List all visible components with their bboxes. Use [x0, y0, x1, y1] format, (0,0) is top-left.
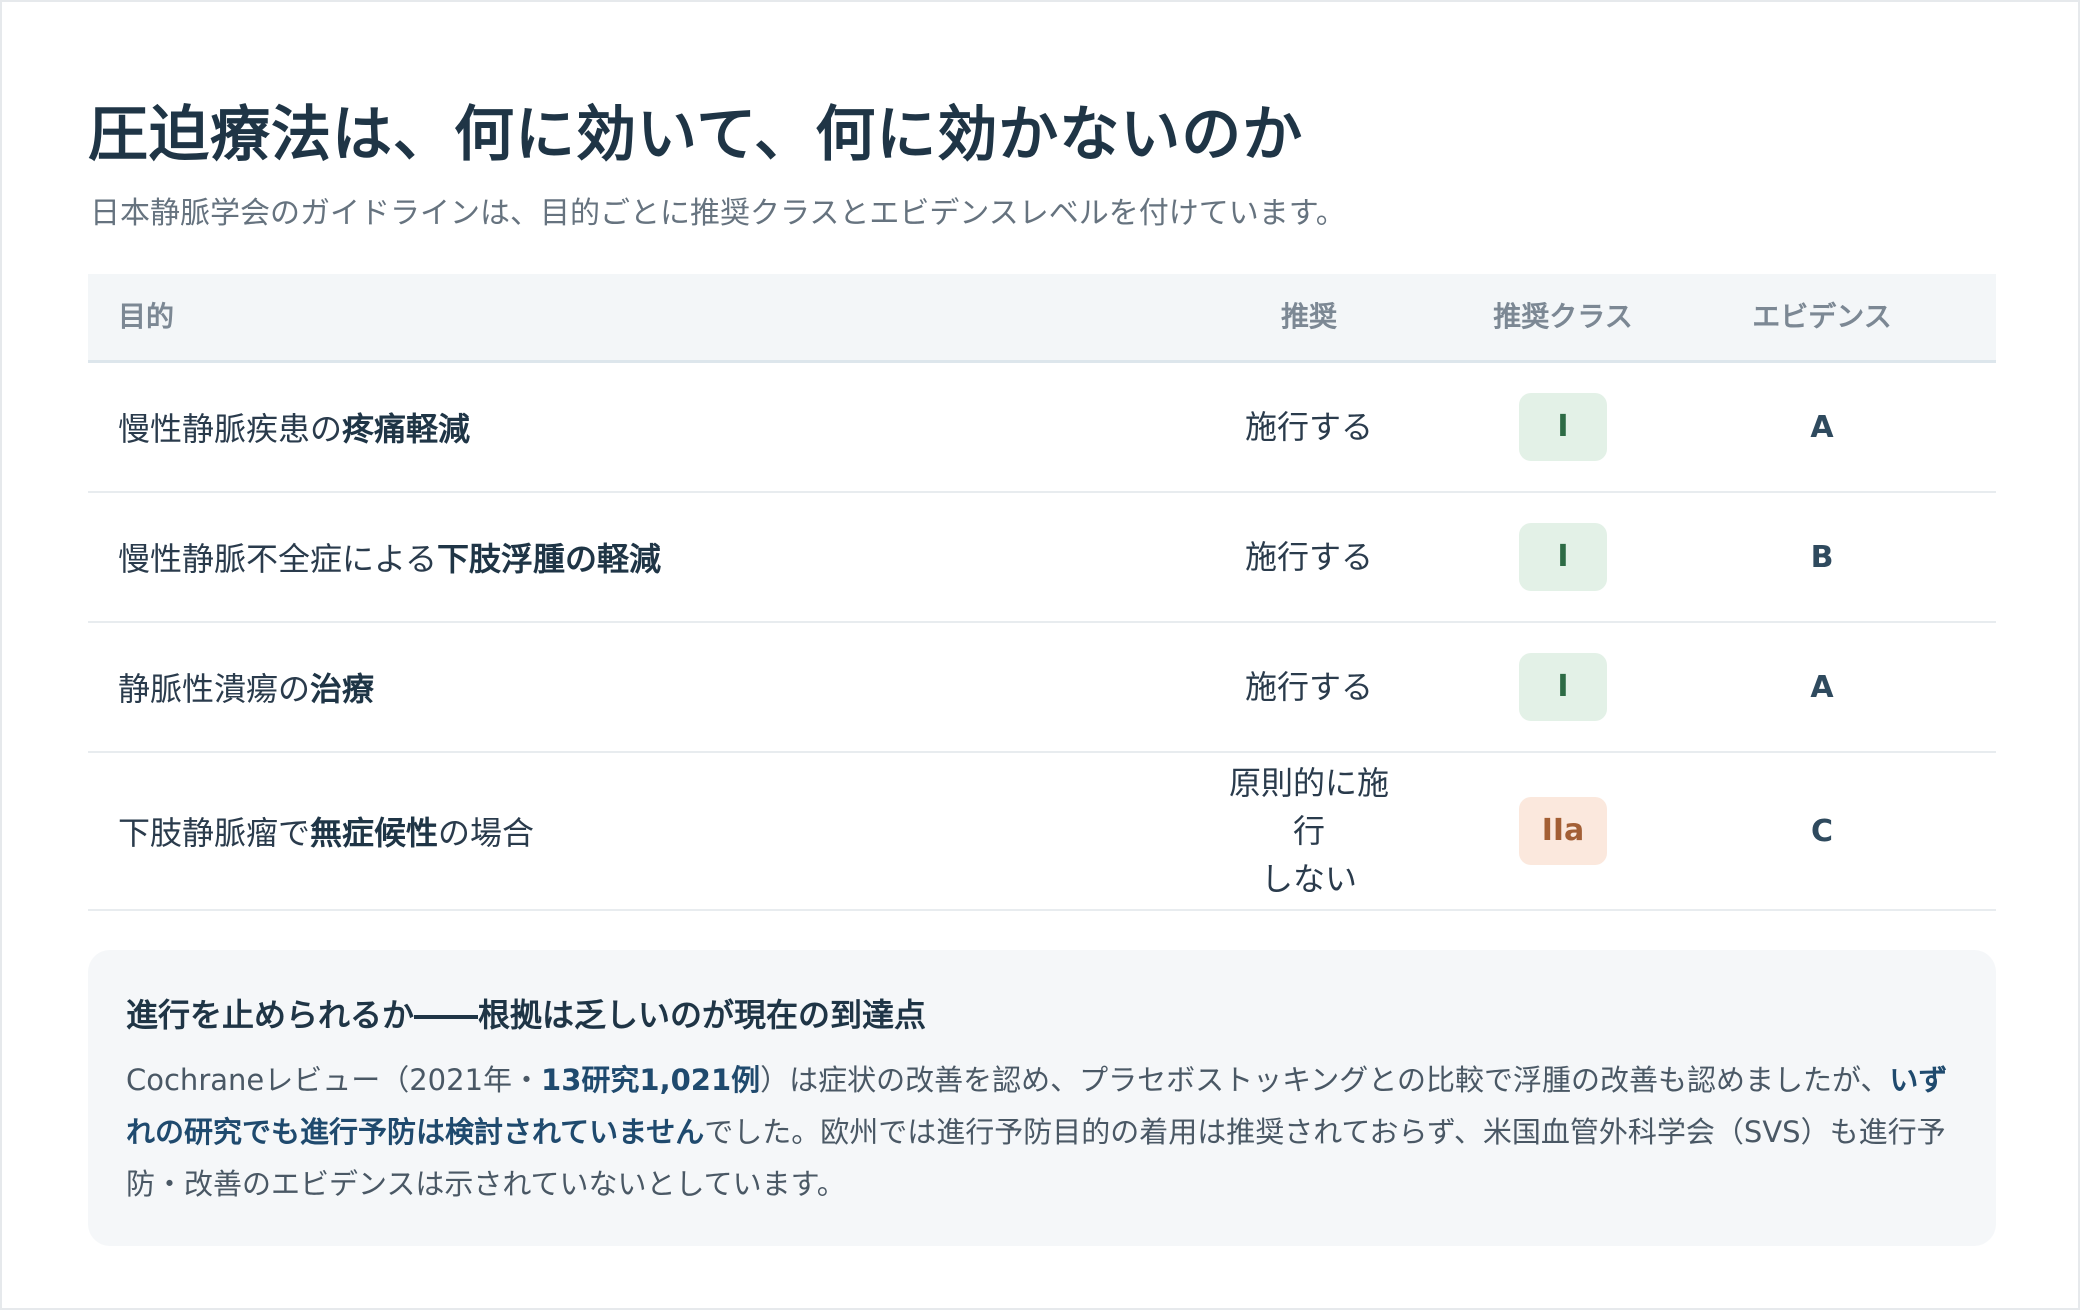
class-cell: IIa	[1473, 753, 1653, 909]
page-subtitle: 日本静脈学会のガイドラインは、目的ごとに推奨クラスとエビデンスレベルを付けていま…	[90, 196, 1346, 231]
page-title: 圧迫療法は、何に効いて、何に効かないのか	[88, 100, 1304, 170]
guideline-table: 目的 推奨 推奨クラス エビデンス 慢性静脈疾患の 疼痛軽減 施行する I A 慢…	[88, 274, 1996, 911]
purpose-emphasis: 下肢浮腫の軽減	[437, 540, 662, 578]
note-title: 進行を止められるか――根拠は乏しいのが現在の到達点	[126, 996, 927, 1034]
note-highlight: 13研究1,021例	[541, 1063, 761, 1097]
purpose-cell: 慢性静脈疾患の 疼痛軽減	[118, 363, 470, 491]
header-evidence: エビデンス	[1752, 300, 1892, 333]
table-row: 静脈性潰瘍の 治療 施行する I A	[88, 623, 1996, 753]
table-row: 慢性静脈疾患の 疼痛軽減 施行する I A	[88, 363, 1996, 493]
note-body: Cochraneレビュー（2021年・13研究1,021例）は症状の改善を認め、…	[126, 1054, 1966, 1210]
note-text: ）は症状の改善を認め、プラセボストッキングとの比較で浮腫の改善も認めましたが、	[760, 1063, 1890, 1097]
class-badge: I	[1519, 523, 1607, 591]
recommendation-line-1: 原則的に施行	[1228, 764, 1389, 850]
class-cell: I	[1473, 363, 1653, 491]
header-purpose: 目的	[118, 300, 175, 333]
header-recommendation: 推奨	[1280, 300, 1337, 333]
class-badge: I	[1519, 393, 1607, 461]
evidence-cell: A	[1810, 409, 1834, 445]
evidence-cell: C	[1810, 813, 1834, 849]
purpose-emphasis: 無症候性	[310, 814, 439, 852]
recommendation-cell: 原則的に施行 しない	[1219, 753, 1399, 909]
purpose-emphasis: 疼痛軽減	[342, 410, 471, 448]
purpose-cell: 静脈性潰瘍の 治療	[118, 623, 374, 751]
evidence-cell: A	[1810, 669, 1834, 705]
note-text: Cochraneレビュー（2021年・	[126, 1063, 542, 1097]
purpose-text: 慢性静脈不全症による	[118, 540, 438, 578]
purpose-cell: 下肢静脈瘤で 無症候性 の場合	[118, 753, 534, 909]
table-row: 下肢静脈瘤で 無症候性 の場合 原則的に施行 しない IIa C	[88, 753, 1996, 911]
table-row: 慢性静脈不全症による 下肢浮腫の軽減 施行する I B	[88, 493, 1996, 623]
class-cell: I	[1473, 493, 1653, 621]
purpose-text: 慢性静脈疾患の	[118, 410, 343, 448]
purpose-tail: の場合	[438, 814, 535, 852]
header-class: 推奨クラス	[1493, 300, 1633, 333]
purpose-text: 静脈性潰瘍の	[118, 670, 311, 708]
class-badge: IIa	[1519, 797, 1607, 865]
recommendation-line-2: しない	[1260, 860, 1357, 898]
recommendation-cell: 施行する	[1244, 668, 1373, 706]
evidence-cell: B	[1810, 539, 1834, 575]
purpose-text: 下肢静脈瘤で	[118, 814, 311, 852]
purpose-cell: 慢性静脈不全症による 下肢浮腫の軽減	[118, 493, 661, 621]
recommendation-cell: 施行する	[1244, 408, 1373, 446]
class-badge: I	[1519, 653, 1607, 721]
recommendation-cell: 施行する	[1244, 538, 1373, 576]
page-frame: 圧迫療法は、何に効いて、何に効かないのか 日本静脈学会のガイドラインは、目的ごと…	[0, 0, 2080, 1310]
table-header: 目的 推奨 推奨クラス エビデンス	[88, 274, 1996, 363]
class-cell: I	[1473, 623, 1653, 751]
evidence-note-box: 進行を止められるか――根拠は乏しいのが現在の到達点 Cochraneレビュー（2…	[88, 950, 1996, 1246]
purpose-emphasis: 治療	[310, 670, 375, 708]
